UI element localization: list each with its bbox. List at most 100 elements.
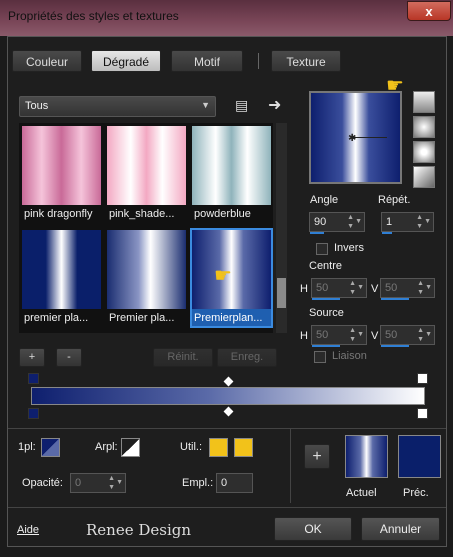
help-link[interactable]: Aide: [17, 524, 39, 536]
color-midpoint[interactable]: [223, 406, 234, 417]
invert-checkbox[interactable]: [316, 243, 328, 255]
current-swatch[interactable]: [345, 435, 388, 478]
spinner-arrows-icon[interactable]: ▲ ▼: [416, 213, 423, 231]
center-v-slider[interactable]: [381, 298, 409, 300]
scrollbar-thumb[interactable]: [277, 278, 286, 308]
rectangular-gradient-button[interactable]: [413, 116, 435, 138]
user-label: Util.:: [180, 441, 202, 453]
gradient-swatch: [107, 230, 186, 309]
source-h-slider[interactable]: [312, 345, 340, 347]
gradient-thumb[interactable]: Premier pla...: [107, 230, 186, 326]
tab-color[interactable]: Couleur: [12, 50, 82, 72]
source-v-slider[interactable]: [381, 345, 409, 347]
opacity-spinner[interactable]: 0 ▲ ▼ ▼: [70, 473, 126, 493]
reset-button[interactable]: Réinit.: [153, 348, 213, 367]
center-h-label: H: [300, 283, 308, 295]
linear-gradient-button[interactable]: [413, 91, 435, 113]
chevron-down-icon[interactable]: ▼: [424, 218, 431, 225]
category-dropdown[interactable]: Tous ▼: [19, 96, 216, 117]
current-label: Actuel: [346, 487, 377, 499]
ok-button[interactable]: OK: [274, 517, 352, 541]
tab-separator: [258, 53, 259, 69]
opacity-label: Opacité:: [22, 477, 63, 489]
library-menu-icon[interactable]: ▤: [235, 97, 248, 114]
tab-bar: Couleur Dégradé Motif Texture: [8, 37, 446, 85]
center-v-value: 50: [385, 282, 398, 294]
opacity-stop-right[interactable]: [417, 373, 428, 384]
gradient-preview[interactable]: ✱: [309, 91, 402, 184]
gradient-swatch: [192, 126, 271, 205]
spinner-arrows-icon[interactable]: ▲ ▼: [417, 326, 424, 344]
add-to-swatches-button[interactable]: +: [304, 444, 330, 469]
gradient-library: pink dragonfly pink_shade... powderblue …: [19, 123, 273, 333]
spinner-arrows-icon[interactable]: ▲ ▼: [108, 474, 115, 492]
spinner-arrows-icon[interactable]: ▲ ▼: [349, 279, 356, 297]
pointing-hand-icon: ☛: [214, 265, 232, 287]
angle-spinner[interactable]: 90 ▲ ▼ ▼: [309, 212, 365, 234]
add-gradient-button[interactable]: +: [19, 348, 45, 367]
divider: [8, 428, 446, 429]
spinner-arrows-icon[interactable]: ▲ ▼: [349, 326, 356, 344]
gradient-label: pink dragonfly: [24, 208, 93, 220]
user-color-radio[interactable]: [209, 438, 228, 457]
center-h-value: 50: [316, 282, 329, 294]
source-h-value: 50: [316, 329, 329, 341]
chevron-down-icon[interactable]: ▼: [116, 479, 123, 486]
divider: [8, 507, 446, 508]
repeat-label: Répét.: [378, 194, 411, 206]
opacity-value: 0: [75, 477, 82, 489]
gradient-label: powderblue: [194, 208, 251, 220]
previous-swatch[interactable]: [398, 435, 441, 478]
location-input[interactable]: 0: [216, 473, 253, 493]
cancel-button[interactable]: Annuler: [361, 517, 440, 541]
opacity-stop-left[interactable]: [28, 373, 39, 384]
center-h-spinner[interactable]: 50 ▲ ▼ ▼: [311, 278, 367, 300]
arrow-right-icon[interactable]: ➜: [268, 95, 281, 115]
category-value: Tous: [25, 100, 49, 112]
repeat-slider[interactable]: [382, 232, 392, 234]
remove-gradient-button[interactable]: -: [56, 348, 82, 367]
center-h-slider[interactable]: [312, 298, 340, 300]
sunburst-gradient-button[interactable]: [413, 166, 435, 188]
gradient-thumb[interactable]: pink dragonfly: [22, 126, 101, 222]
angle-slider[interactable]: [310, 232, 324, 234]
user-color-swatch[interactable]: [234, 438, 253, 457]
color-stop-left[interactable]: [28, 408, 39, 419]
foreground-swatch[interactable]: [41, 438, 60, 457]
center-v-spinner[interactable]: 50 ▲ ▼ ▼: [380, 278, 435, 300]
spinner-arrows-icon[interactable]: ▲ ▼: [417, 279, 424, 297]
gradient-label: Premier pla...: [109, 312, 175, 324]
gradient-thumb[interactable]: pink_shade...: [107, 126, 186, 222]
center-marker-icon: ✱: [348, 133, 357, 144]
tab-gradient[interactable]: Dégradé: [91, 50, 161, 72]
link-checkbox[interactable]: [314, 351, 326, 363]
color-stop-right[interactable]: [417, 408, 428, 419]
foreground-label: 1pl:: [18, 441, 36, 453]
background-swatch[interactable]: [121, 438, 140, 457]
watermark: Renee Design: [86, 521, 192, 539]
title-bar: Propriétés des styles et textures x: [0, 0, 453, 36]
repeat-spinner[interactable]: 1 ▲ ▼ ▼: [381, 212, 434, 234]
invert-label: Invers: [334, 242, 364, 254]
chevron-down-icon[interactable]: ▼: [425, 284, 432, 291]
pointing-hand-icon: ☛: [386, 75, 404, 97]
source-h-spinner[interactable]: 50 ▲ ▼ ▼: [311, 325, 367, 347]
chevron-down-icon[interactable]: ▼: [425, 331, 432, 338]
gradient-thumb[interactable]: premier pla...: [22, 230, 101, 326]
source-v-spinner[interactable]: 50 ▲ ▼ ▼: [380, 325, 435, 347]
save-button[interactable]: Enreg.: [217, 348, 277, 367]
chevron-down-icon[interactable]: ▼: [357, 284, 364, 291]
chevron-down-icon[interactable]: ▼: [357, 331, 364, 338]
opacity-midpoint[interactable]: [223, 376, 234, 387]
radial-gradient-button[interactable]: [413, 141, 435, 163]
chevron-down-icon[interactable]: ▼: [355, 218, 362, 225]
close-button[interactable]: x: [407, 1, 451, 21]
tab-texture[interactable]: Texture: [271, 50, 341, 72]
gradient-thumb[interactable]: powderblue: [192, 126, 271, 222]
angle-handle: [351, 137, 387, 138]
gradient-label: premier pla...: [24, 312, 89, 324]
tab-pattern[interactable]: Motif: [171, 50, 243, 72]
gradient-editor-bar[interactable]: [31, 387, 425, 405]
library-scrollbar[interactable]: [276, 123, 287, 333]
spinner-arrows-icon[interactable]: ▲ ▼: [347, 213, 354, 231]
